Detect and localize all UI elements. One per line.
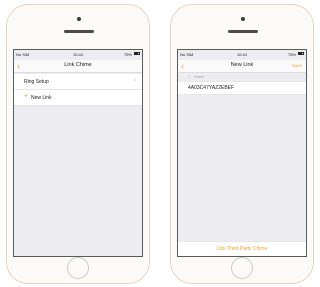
- status-bar: No SIM 10:44 75%: [14, 50, 142, 60]
- battery-icon: [298, 52, 304, 55]
- chevron-right-icon: ›: [133, 77, 136, 84]
- plus-icon: +: [24, 93, 29, 100]
- device-id: 4A03C47YAZ2EBEF: [188, 85, 235, 91]
- settings-list: Ring Setup › + New Link: [14, 74, 142, 106]
- section-header: ⌂ Chime: [178, 72, 306, 81]
- new-link-row[interactable]: + New Link: [14, 90, 142, 106]
- battery-percent: 75%: [123, 52, 132, 57]
- speaker-slot: [228, 30, 258, 33]
- camera-dot: [241, 17, 245, 21]
- screen-right: No SIM 10:44 75% ‹ New Link Save ⌂ Chime…: [177, 49, 307, 257]
- new-link-label: New Link: [31, 95, 52, 101]
- battery-icon: [134, 52, 140, 55]
- screen-left: No SIM 10:44 75% ‹ Link Chime Ring Setup…: [13, 49, 143, 257]
- status-time: 10:44: [236, 52, 247, 57]
- home-button[interactable]: [67, 257, 89, 279]
- home-button[interactable]: [231, 257, 253, 279]
- nav-bar: ‹ Link Chime: [14, 60, 142, 73]
- speaker-slot: [64, 30, 94, 33]
- camera-dot: [77, 17, 81, 21]
- page-title: New Link: [230, 62, 254, 68]
- ring-setup-label: Ring Setup: [24, 79, 49, 85]
- link-third-party-chime-button[interactable]: Link Third Party Chime: [178, 246, 306, 252]
- ring-setup-row[interactable]: Ring Setup ›: [14, 74, 142, 90]
- page-title: Link Chime: [64, 62, 92, 68]
- section-label: Chime: [194, 75, 205, 79]
- battery-percent: 75%: [287, 52, 296, 57]
- device-id-row[interactable]: 4A03C47YAZ2EBEF: [178, 81, 306, 95]
- status-bar: No SIM 10:44 75%: [178, 50, 306, 60]
- chime-icon: ⌂: [188, 74, 191, 79]
- phone-left: No SIM 10:44 75% ‹ Link Chime Ring Setup…: [6, 4, 150, 284]
- status-time: 10:44: [72, 52, 83, 57]
- save-button[interactable]: Save: [292, 63, 302, 68]
- phone-right: No SIM 10:44 75% ‹ New Link Save ⌂ Chime…: [170, 4, 314, 284]
- footer-bar: Link Third Party Chime: [178, 241, 306, 256]
